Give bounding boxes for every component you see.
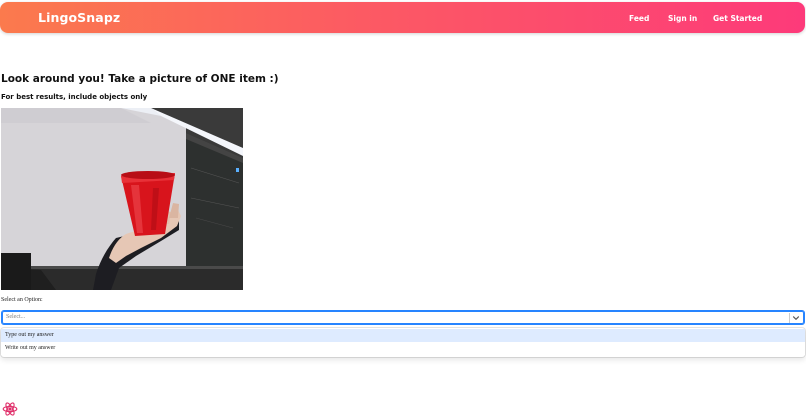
page-title: Look around you! Take a picture of ONE i…: [1, 73, 279, 85]
top-navbar: LingoSnapz Feed Sign in Get Started: [0, 2, 805, 33]
page-subtitle: For best results, include objects only: [1, 93, 148, 101]
answer-mode-select[interactable]: Select...: [1, 310, 805, 325]
select-dropdown-menu: Type out my answer Write out my answer: [1, 328, 805, 357]
select-label: Select an Option:: [1, 297, 43, 303]
option-write-answer[interactable]: Write out my answer: [1, 342, 805, 355]
nav-link-feed[interactable]: Feed: [629, 14, 649, 23]
chevron-down-icon[interactable]: [791, 313, 801, 323]
camera-snapshot-illustration: [1, 108, 243, 290]
nav-link-sign-in[interactable]: Sign in: [668, 14, 697, 23]
select-separator: [789, 313, 790, 323]
nav-link-get-started[interactable]: Get Started: [713, 14, 762, 23]
select-placeholder: Select...: [6, 314, 26, 320]
camera-feed-image: [1, 108, 243, 290]
option-type-answer[interactable]: Type out my answer: [1, 329, 805, 342]
react-devtools-icon[interactable]: [2, 401, 18, 417]
brand-logo[interactable]: LingoSnapz: [38, 10, 120, 25]
